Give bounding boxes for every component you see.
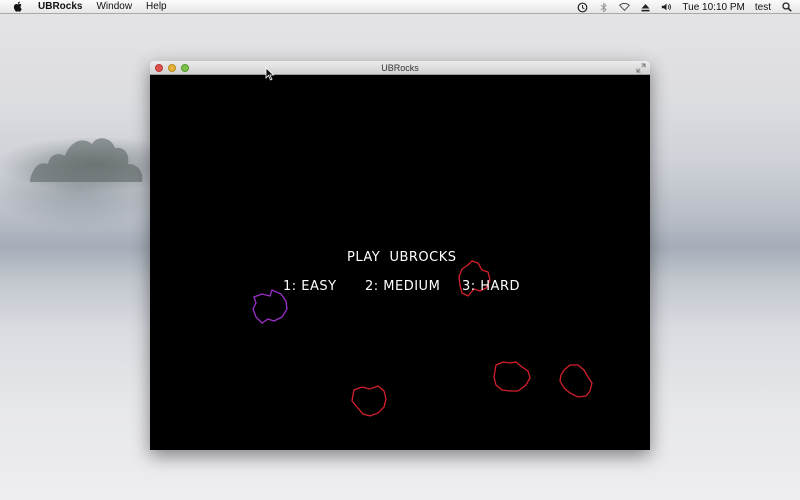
app-menu[interactable]: UBRocks [38,1,82,12]
search-icon[interactable] [781,2,792,13]
menu-window[interactable]: Window [96,1,132,12]
rock-red-3 [493,361,531,392]
game-canvas[interactable]: PLAY UBROCKS 1: EASY 2: MEDIUM 3: HARD [150,75,650,450]
option-medium[interactable]: 2: MEDIUM [365,279,440,294]
rock-red-4 [559,364,593,398]
window-title: UBRocks [381,63,419,73]
rock-purple [252,289,288,324]
bluetooth-icon[interactable] [598,1,609,13]
option-easy[interactable]: 1: EASY [283,279,337,294]
app-window: UBRocks PLAY UBROCKS 1: EASY 2: MEDIUM 3… [150,61,650,450]
eject-icon[interactable] [640,2,651,13]
menubar-user[interactable]: test [755,2,771,13]
menu-bar: UBRocks Window Help Tue 10:10 PM test [0,0,800,14]
option-hard[interactable]: 3: HARD [462,279,520,294]
tree-silhouette [30,138,143,182]
apple-icon[interactable] [12,1,24,13]
rock-red-2 [351,385,387,417]
play-title: PLAY UBROCKS [347,250,457,265]
mouse-cursor-icon [265,67,275,81]
time-machine-icon[interactable] [577,2,588,13]
fullscreen-icon[interactable] [636,63,646,73]
menu-help[interactable]: Help [146,1,167,12]
volume-icon[interactable] [661,2,672,13]
wifi-icon[interactable] [619,2,631,13]
menubar-clock[interactable]: Tue 10:10 PM [682,2,744,13]
window-titlebar[interactable]: UBRocks [150,61,650,75]
